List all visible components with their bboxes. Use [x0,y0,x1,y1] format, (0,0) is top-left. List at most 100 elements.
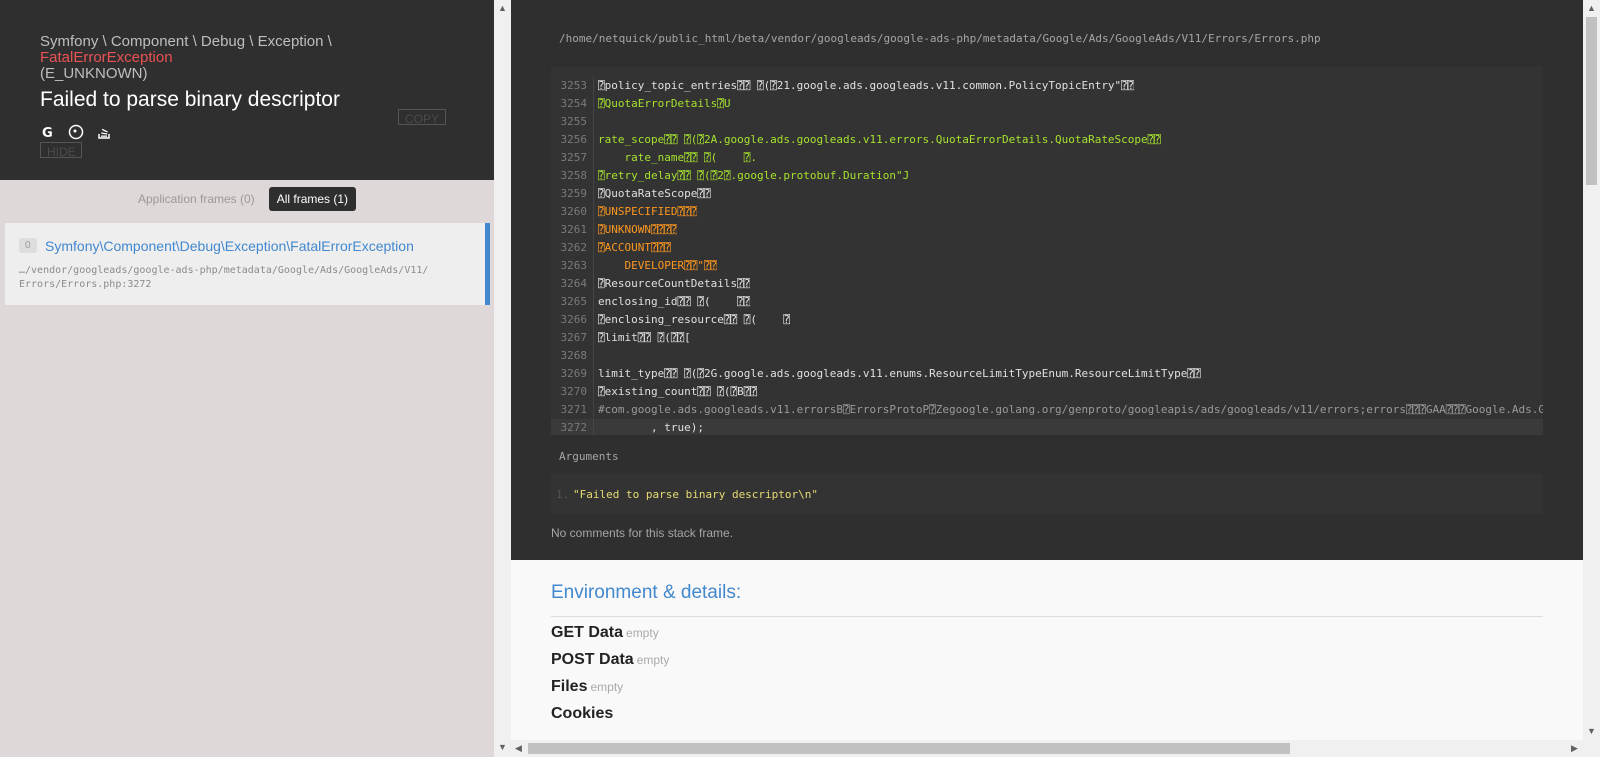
line-code: ⍰ACCOUNT⍰⍰⍰ [598,241,671,254]
get-data-section: GET Data empty [551,624,659,641]
line-number: 3260 [551,203,594,221]
code-line: 3257 rate_name⍰⍰ ⍰( ⍰. [551,149,1543,167]
stackoverflow-icon[interactable] [96,124,112,140]
line-code: ⍰ResourceCountDetails⍰⍰ [598,277,751,290]
vscroll-up-arrow[interactable]: ▲ [1587,3,1596,13]
arguments-label: Arguments [559,450,619,463]
frame-file: …/vendor/googleads/google-ads-php/metada… [19,264,471,292]
argument-index: 1. [556,488,570,501]
line-number: 3261 [551,221,594,239]
code-line: 3271 #com.google.ads.googleads.v11.errors… [551,401,1543,419]
svg-text:G: G [41,126,52,140]
line-code: ⍰existing_count⍰⍰ ⍰(⍰B⍰⍰ [598,385,757,398]
post-data-section: POST Data empty [551,651,670,668]
line-number: 3264 [551,275,594,293]
argument-value: "Failed to parse binary descriptor\n" [573,488,819,501]
vertical-scroll-thumb[interactable] [1586,17,1597,185]
line-code: ⍰retry_delay⍰⍰ ⍰(⍰2⍰.google.protobuf.Dur… [598,169,910,182]
code-line: 3265 enclosing_id⍰⍰ ⍰( ⍰⍰ [551,293,1543,311]
line-code: ⍰policy_topic_entries⍰⍰ ⍰(⍰21.google.ads… [598,79,1135,92]
hscroll-left-arrow[interactable]: ◀ [515,743,522,754]
line-number: 3265 [551,293,594,311]
code-line: 3262 ⍰ACCOUNT⍰⍰⍰ [551,239,1543,257]
hide-button[interactable]: HIDE [40,142,82,159]
code-line: 3263 DEVELOPER⍰⍰"⍰⍰ [551,257,1543,275]
frame-file-line1: …/vendor/googleads/google-ads-php/metada… [19,265,429,276]
code-line: 3267 ⍰limit⍰⍰ ⍰(⍰⍰[ [551,329,1543,347]
duckduckgo-icon[interactable] [68,124,84,140]
code-line: 3272 , true); [551,419,1543,435]
copy-button[interactable]: COPY [398,109,446,126]
line-code: , true); [598,421,704,434]
line-code: #com.google.ads.googleads.v11.errorsB⍰Er… [598,403,1543,416]
exception-namespace: Symfony \ Component \ Debug \ Exception … [40,33,332,50]
vertical-scrollbar[interactable]: ▲ ▼ [1583,0,1600,740]
line-code: ⍰QuotaErrorDetails⍰U [598,97,731,110]
code-line: 3253 ⍰policy_topic_entries⍰⍰ ⍰(⍰21.google… [551,77,1543,95]
horizontal-scrollbar[interactable]: ◀ ▶ [511,740,1600,757]
search-links: G [40,124,454,140]
code-panel: /home/netquick/public_html/beta/vendor/g… [511,0,1583,560]
scroll-up-arrow[interactable]: ▲ [498,3,507,13]
no-comments-text: No comments for this stack frame. [551,526,734,540]
frame-filters: Application frames (0) All frames (1) [0,180,494,218]
line-number: 3253 [551,77,594,95]
code-line: 3269 limit_type⍰⍰ ⍰(⍰2G.google.ads.google… [551,365,1543,383]
line-number: 3271 [551,401,594,419]
code-line: 3258 ⍰retry_delay⍰⍰ ⍰(⍰2⍰.google.protobuf… [551,167,1543,185]
frame-index: 0 [19,238,37,254]
line-number: 3268 [551,347,594,365]
line-number: 3266 [551,311,594,329]
line-code: enclosing_id⍰⍰ ⍰( ⍰⍰ [598,295,751,308]
line-code: ⍰UNSPECIFIED⍰⍰⍰ [598,205,698,218]
code-block: 3253 ⍰policy_topic_entries⍰⍰ ⍰(⍰21.google… [551,67,1543,435]
line-number: 3267 [551,329,594,347]
line-number: 3256 [551,131,594,149]
line-number: 3270 [551,383,594,401]
line-number: 3255 [551,113,594,131]
line-number: 3269 [551,365,594,383]
left-panel: Symfony \ Component \ Debug \ Exception … [0,0,494,757]
horizontal-scroll-thumb[interactable] [528,743,1290,754]
line-code: rate_name⍰⍰ ⍰( ⍰. [598,151,757,164]
line-code: limit_type⍰⍰ ⍰(⍰2G.google.ads.googleads.… [598,367,1201,380]
environment-details: Environment & details: GET Data empty POS… [511,560,1583,740]
application-frames-filter[interactable]: Application frames (0) [138,192,255,206]
exception-class: FatalErrorException [40,49,173,66]
details-heading: Environment & details: [551,582,742,603]
line-number: 3259 [551,185,594,203]
exception-path: Symfony \ Component \ Debug \ Exception … [40,34,454,82]
frame-file-line2: Errors/Errors.php:3272 [19,279,152,290]
line-number: 3262 [551,239,594,257]
left-panel-scrollbar[interactable]: ▲ ▼ [494,0,511,757]
line-number: 3257 [551,149,594,167]
divider [551,616,1543,617]
line-number: 3263 [551,257,594,275]
hscroll-right-arrow[interactable]: ▶ [1571,743,1578,754]
vscroll-down-arrow[interactable]: ▼ [1587,726,1596,736]
files-section: Files empty [551,678,624,695]
code-line: 3266 ⍰enclosing_resource⍰⍰ ⍰( ⍰ [551,311,1543,329]
scroll-down-arrow[interactable]: ▼ [498,742,507,752]
code-line: 3264 ⍰ResourceCountDetails⍰⍰ [551,275,1543,293]
google-icon[interactable]: G [40,124,56,140]
code-line: 3254 ⍰QuotaErrorDetails⍰U [551,95,1543,113]
code-line: 3260 ⍰UNSPECIFIED⍰⍰⍰ [551,203,1543,221]
frame-class: Symfony\Component\Debug\Exception\FatalE… [45,237,414,254]
line-code: DEVELOPER⍰⍰"⍰⍰ [598,259,718,272]
code-line: 3270 ⍰existing_count⍰⍰ ⍰(⍰B⍰⍰ [551,383,1543,401]
line-number: 3254 [551,95,594,113]
code-line: 3268 [551,347,1543,365]
file-path: /home/netquick/public_html/beta/vendor/g… [559,32,1321,45]
code-line: 3256 rate_scope⍰⍰ ⍰(⍰2A.google.ads.google… [551,131,1543,149]
line-code: ⍰enclosing_resource⍰⍰ ⍰( ⍰ [598,313,791,326]
all-frames-filter[interactable]: All frames (1) [268,187,357,211]
code-line: 3259 ⍰QuotaRateScope⍰⍰ [551,185,1543,203]
stack-frame[interactable]: 0 Symfony\Component\Debug\Exception\Fata… [5,223,490,305]
exception-message: Failed to parse binary descriptor [40,88,340,111]
line-number: 3272 [551,419,594,435]
code-line: 3261 ⍰UNKNOWN⍰⍰⍰⍰ [551,221,1543,239]
line-code: ⍰QuotaRateScope⍰⍰ [598,187,711,200]
line-number: 3258 [551,167,594,185]
line-code: ⍰limit⍰⍰ ⍰(⍰⍰[ [598,331,691,344]
